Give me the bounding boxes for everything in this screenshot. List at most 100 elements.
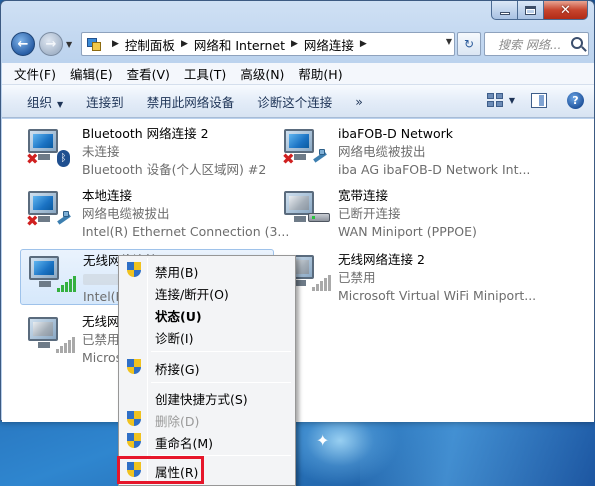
menu-item-label: 诊断(I) (155, 331, 194, 346)
refresh-icon: ↻ (463, 37, 475, 51)
back-button[interactable]: ← (11, 32, 35, 56)
close-button[interactable]: ✕ (544, 1, 588, 20)
menu-item-diagnose[interactable]: 诊断(I) (121, 325, 293, 347)
menu-help[interactable]: 帮助(H) (298, 64, 342, 83)
connection-device: WAN Miniport (PPPOE) (338, 224, 477, 239)
menu-item-bridge[interactable]: 桥接(G) (121, 356, 293, 378)
chevron-down-icon[interactable]: ▼ (509, 96, 515, 105)
search-input[interactable]: 搜索 网络... (484, 32, 589, 56)
menu-separator (151, 351, 291, 352)
organize-label: 组织 (27, 94, 53, 110)
minimize-icon (499, 11, 510, 15)
breadcrumb-network-connections[interactable]: 网络连接 (304, 35, 354, 54)
disconnected-x-icon: ✖ (282, 150, 295, 168)
arrow-right-icon: → (45, 36, 57, 52)
connection-name: Bluetooth 网络连接 2 (82, 126, 209, 141)
menu-item-label: 连接/断开(O) (155, 287, 229, 302)
connection-status: 已禁用 (338, 270, 376, 285)
recent-pages-dropdown[interactable]: ▼ (66, 40, 72, 49)
connection-status: 已断开连接 (338, 206, 401, 221)
connection-device: iba AG ibaFOB-D Network Int... (338, 162, 531, 177)
refresh-button[interactable]: ↻ (457, 32, 481, 56)
connection-device: Microsoft Virtual WiFi Miniport... (338, 288, 537, 303)
connection-name: 宽带连接 (338, 188, 389, 203)
sparkle-icon: ✦ (316, 431, 330, 450)
breadcrumb-separator-icon[interactable]: ▶ (291, 39, 298, 49)
maximize-icon (525, 5, 536, 15)
change-view-icon[interactable] (486, 92, 505, 109)
broadband-modem-icon (282, 187, 332, 231)
caption-buttons: ✕ (491, 1, 588, 20)
menu-tools[interactable]: 工具(T) (184, 64, 226, 83)
help-icon[interactable]: ? (567, 92, 584, 109)
disconnected-x-icon: ✖ (26, 150, 39, 168)
breadcrumb-network-internet[interactable]: 网络和 Internet (194, 35, 285, 54)
menu-item-create-shortcut[interactable]: 创建快捷方式(S) (121, 386, 293, 408)
uac-shield-icon (127, 411, 142, 427)
menu-item-label: 创建快捷方式(S) (155, 392, 248, 407)
signal-bars-icon (56, 337, 76, 353)
search-placeholder: 搜索 网络... (498, 37, 562, 52)
menu-item-connect-disconnect[interactable]: 连接/断开(O) (121, 281, 293, 303)
connect-to-button[interactable]: 连接到 (86, 92, 124, 111)
uac-shield-icon (127, 433, 142, 449)
control-panel-icon (86, 36, 102, 52)
properties-highlight-box (117, 456, 204, 484)
breadcrumb-separator-icon[interactable]: ▶ (360, 39, 367, 49)
menu-item-label: 禁用(B) (155, 265, 199, 280)
network-cable-icon (55, 209, 73, 227)
connection-item[interactable]: ✖ ibaFOB-D Network 网络电缆被拔出 iba AG ibaFOB… (276, 123, 576, 179)
diagnose-button[interactable]: 诊断这个连接 (257, 92, 332, 111)
wired-network-icon: ✖ (26, 187, 76, 231)
search-icon[interactable] (571, 37, 583, 49)
arrow-left-icon: ← (17, 36, 29, 52)
breadcrumb-separator-icon[interactable]: ▶ (112, 39, 119, 49)
breadcrumb-control-panel[interactable]: 控制面板 (125, 35, 175, 54)
organize-button[interactable]: 组织 ▼ (27, 92, 63, 111)
connection-name: 无线网络 (82, 314, 120, 329)
chevron-down-icon: ▼ (66, 40, 73, 49)
menu-item-disable[interactable]: 禁用(B) (121, 259, 293, 281)
connection-item[interactable]: 宽带连接 已断开连接 WAN Miniport (PPPOE) (276, 185, 576, 241)
toolbar-right-group: ▼ ? (486, 92, 584, 109)
address-bar[interactable]: ▶ 控制面板 ▶ 网络和 Internet ▶ 网络连接 ▶ ▼ (81, 32, 455, 56)
menu-view[interactable]: 查看(V) (127, 64, 170, 83)
title-bar[interactable]: ✕ (1, 1, 594, 25)
connection-name: 本地连接 (82, 188, 133, 203)
more-commands-button[interactable]: » (355, 94, 363, 109)
menu-bar: 文件(F) 编辑(E) 查看(V) 工具(T) 高级(N) 帮助(H) (2, 63, 594, 85)
navigation-row: ← → ▼ ▶ 控制面板 ▶ 网络和 Internet ▶ 网络连接 ▶ ▼ ↻… (1, 29, 594, 59)
menu-edit[interactable]: 编辑(E) (70, 64, 113, 83)
menu-advanced[interactable]: 高级(N) (240, 64, 284, 83)
wireless-signal-icon (27, 252, 77, 296)
forward-button[interactable]: → (39, 32, 63, 56)
connection-status: 网络电缆被拔出 (82, 206, 170, 221)
context-menu: 禁用(B) 连接/断开(O) 状态(U) 诊断(I) 桥接(G) 创建快捷方式(… (118, 255, 296, 486)
menu-item-label: 状态(U) (155, 309, 202, 324)
menu-item-rename[interactable]: 重命名(M) (121, 430, 293, 452)
signal-bars-icon (57, 276, 77, 292)
minimize-button[interactable] (491, 1, 518, 20)
connection-device: Micros (82, 350, 120, 365)
network-cable-icon (311, 147, 329, 165)
connection-status: 未连接 (82, 144, 120, 159)
connection-item[interactable]: 无线网络连接 2 已禁用 Microsoft Virtual WiFi Mini… (276, 249, 576, 305)
connection-item[interactable]: 无线网络 已禁用 Micros (20, 311, 120, 367)
modem-icon (308, 213, 330, 222)
connection-device: Bluetooth 设备(个人区域网) #2 (82, 162, 267, 177)
menu-item-status[interactable]: 状态(U) (121, 303, 293, 325)
connection-device: Intel(R) Ethernet Connection (3... (82, 224, 290, 239)
maximize-button[interactable] (518, 1, 544, 20)
signal-bars-icon (312, 275, 332, 291)
preview-pane-icon[interactable] (531, 93, 547, 108)
explorer-window: ✕ ← → ▼ ▶ 控制面板 ▶ 网络和 Internet ▶ 网络连接 ▶ ▼… (0, 0, 595, 422)
connection-item[interactable]: ✖ 本地连接 网络电缆被拔出 Intel(R) Ethernet Connect… (20, 185, 289, 241)
breadcrumb-separator-icon[interactable]: ▶ (181, 39, 188, 49)
address-dropdown-icon[interactable]: ▼ (446, 37, 452, 46)
wireless-signal-icon (26, 313, 76, 357)
connection-name: 无线网络连接 2 (338, 252, 425, 267)
connection-item[interactable]: ✖ ᛒ Bluetooth 网络连接 2 未连接 Bluetooth 设备(个人… (20, 123, 280, 179)
menu-file[interactable]: 文件(F) (14, 64, 56, 83)
connections-pane: ✖ ᛒ Bluetooth 网络连接 2 未连接 Bluetooth 设备(个人… (2, 119, 594, 422)
disable-device-button[interactable]: 禁用此网络设备 (147, 92, 235, 111)
